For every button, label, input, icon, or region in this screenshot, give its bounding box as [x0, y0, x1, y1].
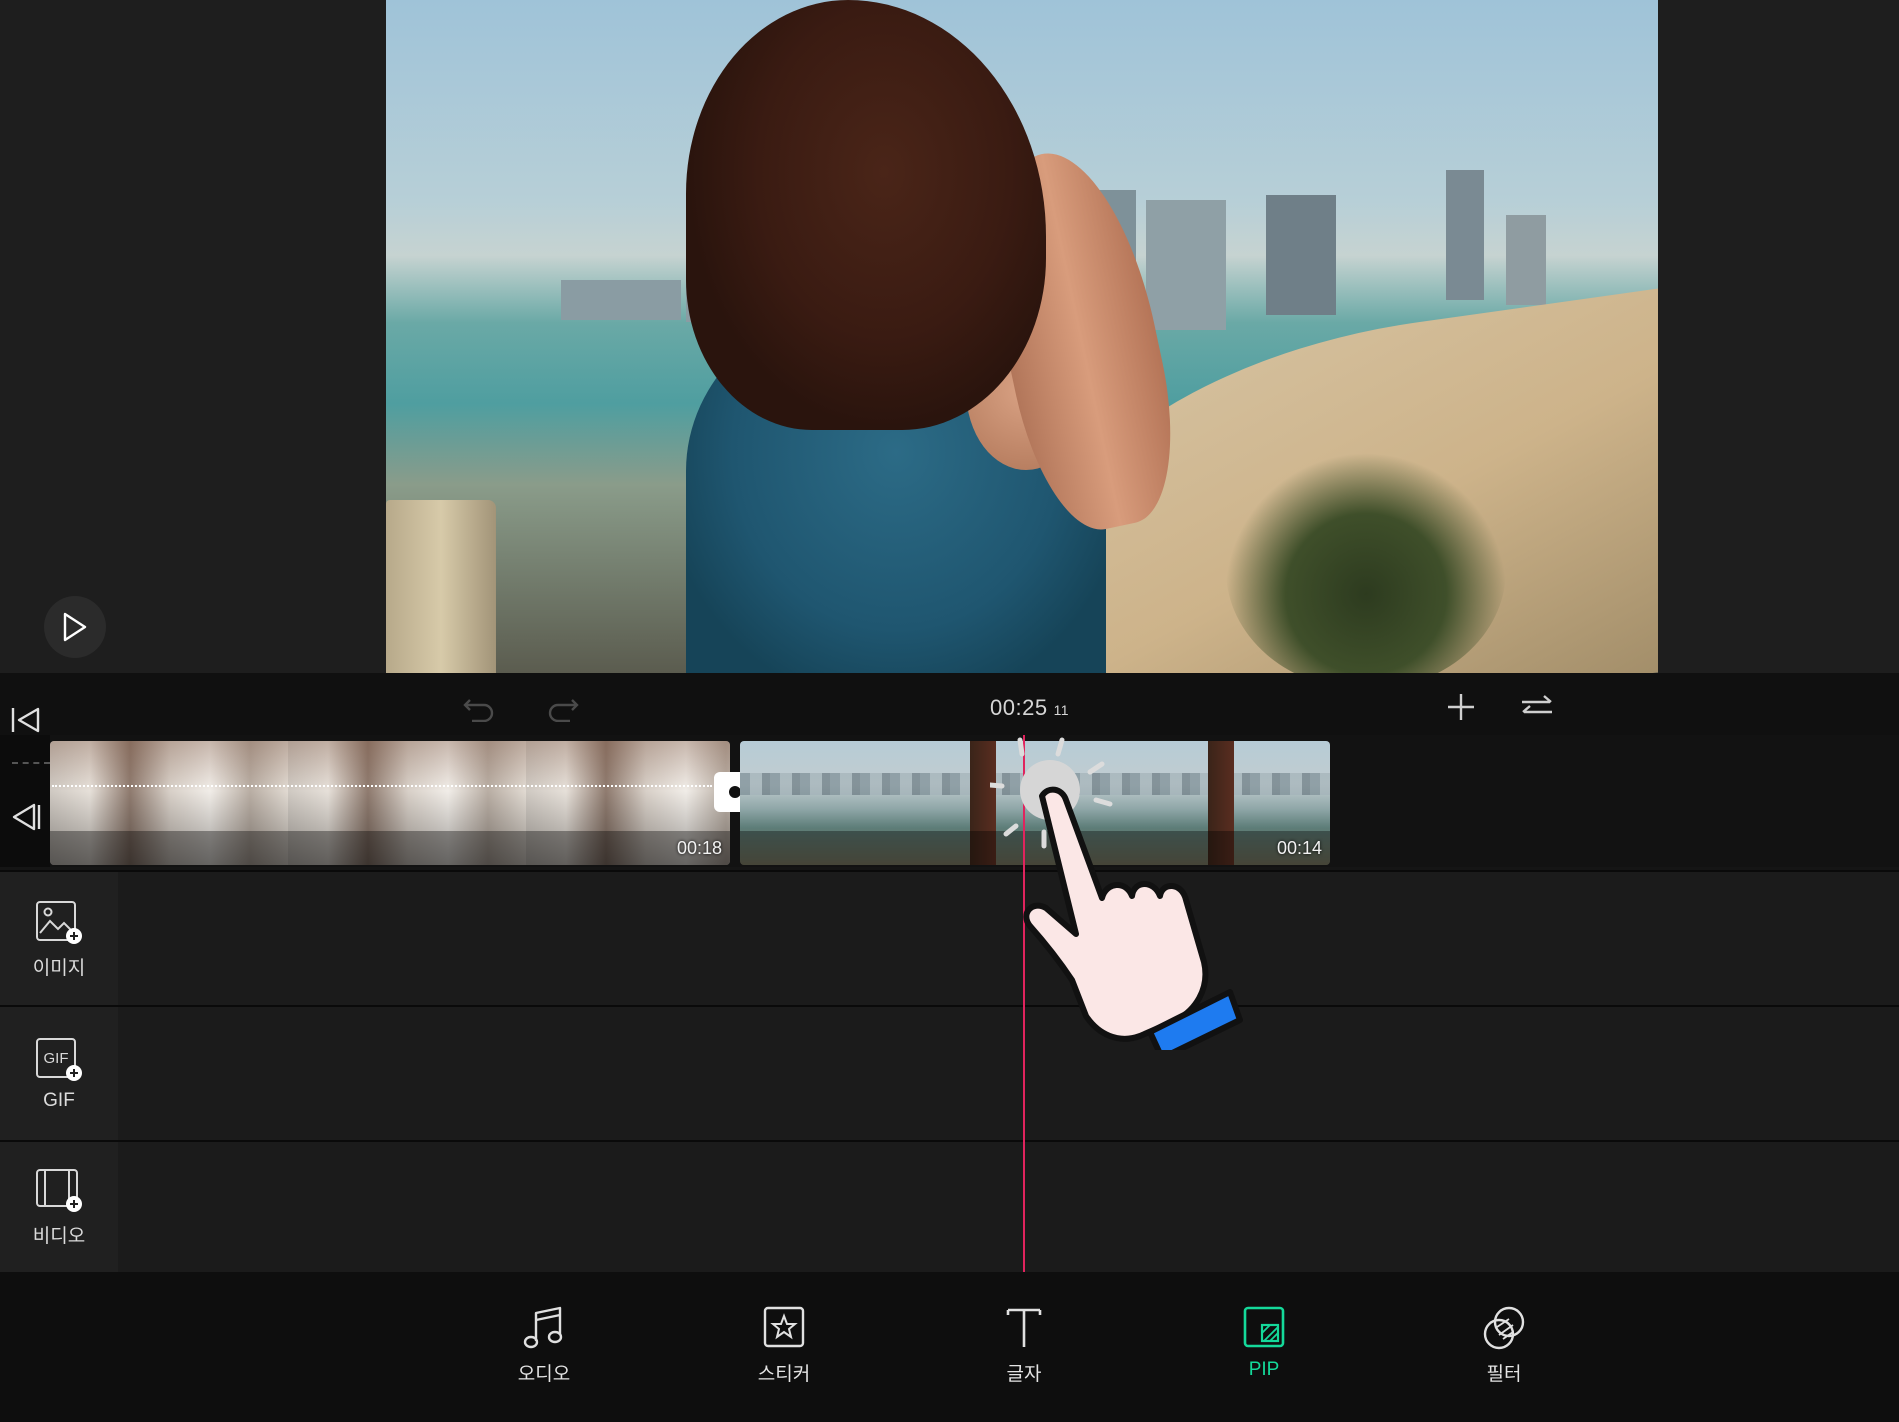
text-icon: [1006, 1308, 1042, 1347]
video-track: 비디오: [0, 1140, 1899, 1273]
menu-item-pip[interactable]: PIP: [1204, 1305, 1324, 1381]
add-gif-icon: GIF: [36, 1038, 82, 1081]
add-icon[interactable]: [1446, 692, 1476, 722]
palm-tree: [1226, 450, 1506, 673]
woman-hair: [686, 0, 1046, 430]
menu-item-filter[interactable]: 필터: [1444, 1305, 1564, 1386]
menu-item-text[interactable]: 글자: [964, 1305, 1084, 1386]
menu-label: PIP: [1248, 1359, 1280, 1380]
track-start-marker: [12, 762, 50, 764]
menu-label: 필터: [1486, 1364, 1522, 1385]
time-readout: 00:25 11: [990, 695, 1069, 721]
music-note-icon: [523, 1306, 563, 1349]
menu-item-audio[interactable]: 오디오: [484, 1305, 604, 1386]
track-label: GIF: [43, 1090, 75, 1111]
audio-level-line: [52, 785, 712, 787]
image-track: 이미지: [0, 870, 1899, 1006]
menu-label: 스티커: [757, 1364, 811, 1385]
undo-icon[interactable]: [462, 694, 496, 722]
track-label: 이미지: [32, 957, 86, 979]
gif-track: GIF GIF: [0, 1005, 1899, 1141]
filter-icon: [1483, 1306, 1525, 1350]
play-icon: [63, 612, 87, 642]
add-image-button[interactable]: 이미지: [0, 872, 118, 1006]
stone-wall: [386, 500, 496, 673]
timeline-toolbar: [0, 673, 1899, 735]
previous-frame-icon[interactable]: [10, 802, 42, 832]
tap-hint-hand-icon: [990, 737, 1243, 1050]
add-video-icon: [36, 1169, 82, 1212]
svg-text:GIF: GIF: [44, 1050, 69, 1067]
jump-to-start-icon[interactable]: [10, 706, 42, 734]
track-left-rail: [0, 735, 50, 867]
clip-duration: 00:18: [676, 838, 722, 858]
current-frames: 11: [1053, 702, 1070, 718]
track-label: 비디오: [32, 1226, 86, 1247]
sticker-icon: [763, 1306, 805, 1348]
add-video-button[interactable]: 비디오: [0, 1142, 118, 1273]
menu-label: 오디오: [517, 1364, 571, 1385]
video-preview[interactable]: [386, 0, 1658, 673]
video-clip-reading[interactable]: 00:18: [50, 741, 730, 865]
add-image-icon: [36, 900, 82, 944]
pip-icon: [1243, 1306, 1285, 1348]
swap-icon[interactable]: [1520, 694, 1554, 720]
menu-label: 글자: [1006, 1364, 1042, 1385]
bottom-menu: [0, 1272, 1899, 1422]
current-time: 00:25: [990, 695, 1048, 720]
add-gif-button[interactable]: GIF GIF: [0, 1007, 118, 1141]
play-button[interactable]: [44, 596, 106, 658]
redo-icon[interactable]: [546, 694, 580, 722]
menu-item-sticker[interactable]: 스티커: [724, 1305, 844, 1386]
